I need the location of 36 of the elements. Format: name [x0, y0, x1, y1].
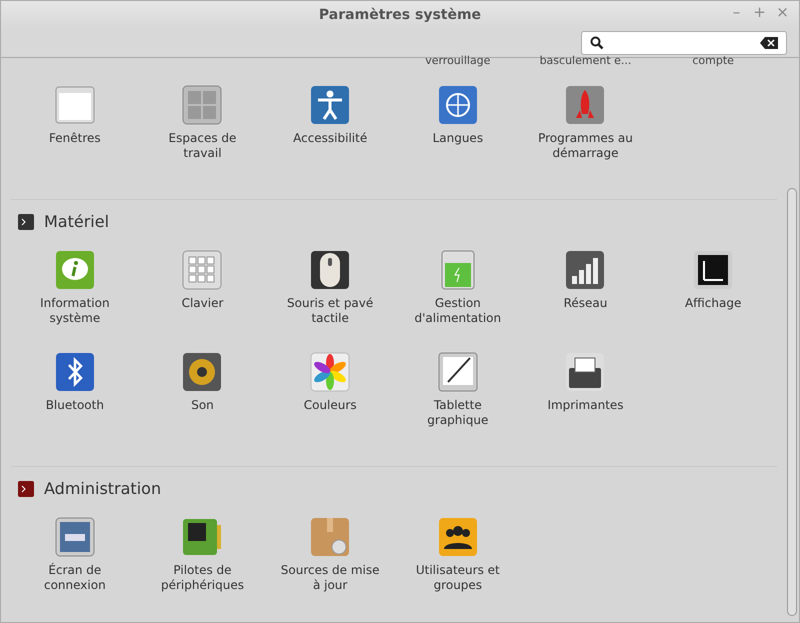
grid-icon — [180, 83, 224, 127]
login-screen-icon — [52, 515, 97, 559]
settings-item[interactable]: Clavier — [138, 248, 266, 348]
settings-item[interactable]: Langues — [394, 83, 522, 183]
settings-item[interactable]: Son — [138, 350, 266, 450]
settings-item[interactable]: Imprimantes — [522, 350, 650, 450]
item-label: verrouillage — [424, 54, 492, 67]
section-title: Matériel — [44, 211, 110, 233]
tablet-icon — [436, 350, 480, 394]
search-field[interactable] — [581, 31, 787, 55]
settings-item[interactable]: Souris et pavé tactile — [266, 248, 394, 348]
settings-item[interactable]: Utilisateurs et groupes — [394, 515, 522, 615]
settings-item[interactable]: Écran de connexion — [11, 515, 139, 615]
terminal-icon — [17, 480, 35, 498]
item-label: basculement e... — [538, 54, 632, 67]
search-icon — [590, 36, 604, 50]
window-title: Paramètres système — [318, 6, 482, 24]
settings-item[interactable]: Accessibilité — [266, 83, 394, 183]
settings-item[interactable]: Programmes au démarrage — [522, 83, 650, 183]
settings-item[interactable]: Gestion d'alimentation — [394, 248, 522, 348]
settings-item[interactable]: Sources de mise à jour — [266, 515, 394, 615]
scrollbar-thumb[interactable] — [787, 188, 797, 616]
clear-icon[interactable] — [760, 37, 778, 49]
flower-icon — [308, 350, 352, 394]
settings-item[interactable]: Couleurs — [266, 350, 394, 450]
settings-item[interactable]: Information système — [11, 248, 139, 348]
item-label: compte — [691, 54, 735, 67]
keyboard-icon — [180, 248, 224, 292]
settings-item[interactable]: Fenêtres — [11, 83, 139, 183]
settings-item[interactable]: Réseau — [522, 248, 650, 348]
settings-item[interactable]: Espaces de travail — [138, 83, 266, 183]
section-title: Administration — [44, 478, 162, 500]
settings-item[interactable]: Tablette graphique — [394, 350, 522, 450]
settings-item[interactable]: Affichage — [649, 248, 777, 348]
settings-item[interactable]: Bluetooth — [11, 350, 139, 450]
settings-item[interactable]: Pilotes de périphériques — [138, 515, 266, 615]
